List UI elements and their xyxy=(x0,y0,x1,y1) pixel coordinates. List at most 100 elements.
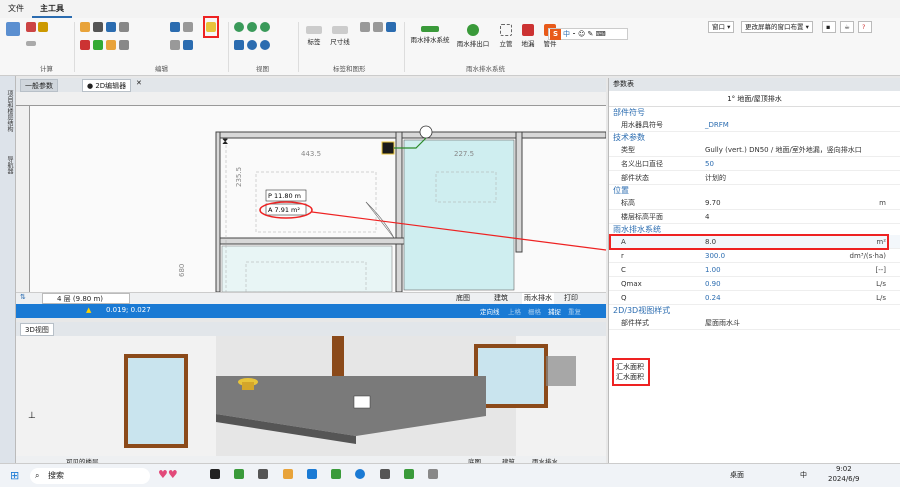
2d-editor-canvas[interactable]: 443.5 227.5 235.5 680 P 11.80 m A 7.91 m… xyxy=(16,92,606,292)
calc-tools-icon[interactable] xyxy=(26,22,48,34)
zoom-tools[interactable] xyxy=(234,22,270,34)
ribbon: 计算 编辑 视图 标签 尺寸线 标签和图形 雨水排水系统 雨水排出口 立管 地漏… xyxy=(0,16,900,76)
row-elevation[interactable]: 标高 9.70 m xyxy=(609,196,900,210)
dim-4: 680 xyxy=(178,264,186,277)
riser-label: 立管 xyxy=(499,40,513,48)
tab-2d-editor[interactable]: ● 2D编辑器 xyxy=(82,79,132,92)
calc-icon[interactable] xyxy=(6,22,20,38)
ime-toolbar[interactable]: S 中 ⁃ ☺ ✎ ⌨ xyxy=(548,28,628,40)
close-tab-icon[interactable]: ✕ xyxy=(136,79,142,87)
rain-outlet-label: 雨水排出口 xyxy=(456,40,490,48)
row-part-style[interactable]: 部件样式 屋面雨水斗 xyxy=(609,316,900,330)
view-tab-arch[interactable]: 建筑 xyxy=(494,293,508,304)
status-snap[interactable]: 捕捉 xyxy=(548,306,561,316)
row-qmax[interactable]: Qmax 0.90 L/s xyxy=(609,277,900,291)
help-icon[interactable]: ? xyxy=(858,21,872,33)
group-edit-label: 编辑 xyxy=(155,65,168,73)
3d-view-canvas[interactable]: ⊥ xyxy=(16,336,606,456)
floor-drain-label: 地漏 xyxy=(521,40,535,48)
edit-tools-row2b[interactable] xyxy=(170,40,193,52)
status-bar: ▲ 0.019; 0.027 定向线 上格 栅格 捕捉 重复 xyxy=(16,304,606,318)
area-label-p: P 11.80 m xyxy=(268,192,301,200)
zoom-tools-2[interactable] xyxy=(234,40,270,52)
menu-file[interactable]: 文件 xyxy=(0,0,32,18)
ruler-horizontal xyxy=(16,92,606,106)
highlight-area-row xyxy=(609,234,889,250)
taskbar-apps[interactable] xyxy=(210,469,439,481)
props-element-name: 1° 地面/屋顶排水 xyxy=(609,91,900,107)
status-repeat[interactable]: 重复 xyxy=(568,306,581,316)
view-tab-rain[interactable]: 雨水排水 xyxy=(522,293,554,304)
view-tab-print[interactable]: 打印 xyxy=(564,293,578,304)
section-position[interactable]: 位置 xyxy=(609,185,900,196)
edit-tools-row1b[interactable] xyxy=(170,22,193,34)
navigator-tab[interactable]: 导航器 xyxy=(2,156,14,174)
editor-tabbar: 一般参数 ● 2D编辑器 ✕ xyxy=(16,78,606,92)
coords-readout: 0.019; 0.027 xyxy=(106,306,151,314)
section-tech[interactable]: 技术参数 xyxy=(609,132,900,143)
ruler-vertical xyxy=(16,106,30,292)
row-q[interactable]: Q 0.24 L/s xyxy=(609,291,900,305)
floor-plan-drawing: 443.5 227.5 235.5 680 P 11.80 m A 7.91 m… xyxy=(16,92,606,292)
ime-logo-icon: S xyxy=(550,29,561,40)
tab-3d-view[interactable]: 3D视图 xyxy=(20,323,54,336)
group-calc-label: 计算 xyxy=(40,65,53,73)
section-symbol[interactable]: 部件符号 xyxy=(609,107,900,118)
status-grid-up[interactable]: 上格 xyxy=(508,306,521,316)
row-symbol[interactable]: 用水器具符号 _DRFM xyxy=(609,118,900,132)
3d-model-drawing: ⊥ xyxy=(16,336,606,456)
tab-general-params[interactable]: 一般参数 xyxy=(20,79,58,92)
window-button[interactable]: 窗口 ▾ xyxy=(708,21,735,33)
row-type[interactable]: 类型 Gully (vert.) DN50 / 地面/室外地漏，竖向排水口 xyxy=(609,143,900,157)
area-label-a: A 7.91 m² xyxy=(268,206,300,214)
floor-drain-button[interactable]: 地漏 xyxy=(518,24,538,48)
ime-indicator[interactable]: 中 xyxy=(800,470,807,480)
row-floor-level[interactable]: 楼层标高平面 4 xyxy=(609,210,900,224)
highlight-note: 汇水面积 汇水面积 xyxy=(612,358,650,386)
note-line-2: 汇水面积 xyxy=(616,373,644,381)
rain-outlet-button[interactable]: 雨水排出口 xyxy=(454,24,492,48)
props-title: 参数表 xyxy=(609,78,900,91)
coffee-icon[interactable]: ☕ xyxy=(840,21,854,33)
clock-time: 9:02 xyxy=(836,465,852,473)
edit-tools-row1[interactable] xyxy=(80,22,129,34)
left-panel-strip: 项目和楼层结构 导航器 xyxy=(0,76,16,463)
row-c[interactable]: C 1.00 [--] xyxy=(609,263,900,277)
status-grid[interactable]: 栅格 xyxy=(528,306,541,316)
desktop-label[interactable]: 桌面 xyxy=(730,470,744,480)
properties-panel: 参数表 1° 地面/屋顶排水 部件符号 用水器具符号 _DRFM 技术参数 类型 G… xyxy=(608,78,900,463)
row-area[interactable]: A 8.0 m² xyxy=(609,234,900,250)
toggle-icon[interactable]: ▪ xyxy=(822,21,836,33)
warning-icon: ▲ xyxy=(86,306,92,314)
calc-list-icon[interactable] xyxy=(26,40,36,48)
dim-2: 227.5 xyxy=(454,150,474,158)
editor-viewbar: ⇅ 4 层 (9.80 m) 底图 建筑 雨水排水 打印 xyxy=(16,292,606,304)
windows-start-icon[interactable]: ⊞ xyxy=(10,469,19,482)
row-state[interactable]: 部件状态 计划的 xyxy=(609,171,900,185)
svg-text:⧗: ⧗ xyxy=(222,137,228,147)
tag-button[interactable]: 标签 xyxy=(304,26,324,46)
svg-text:⊥: ⊥ xyxy=(28,411,36,421)
menu-tools[interactable]: 主工具 xyxy=(32,0,72,18)
arrow-up-down-icon[interactable]: ⇅ xyxy=(20,293,26,301)
dimension-label: 尺寸线 xyxy=(330,38,350,46)
dimension-button[interactable]: 尺寸线 xyxy=(328,26,352,46)
3d-view-tabbar: 3D视图 xyxy=(16,322,606,336)
pencil-edit-icon[interactable] xyxy=(206,22,216,34)
row-outlet[interactable]: 名义出口直径 50 xyxy=(609,157,900,171)
hearts-icon: ♥♥ xyxy=(158,468,178,481)
floor-select[interactable]: 4 层 (9.80 m) xyxy=(42,293,130,304)
project-structure-tab[interactable]: 项目和楼层结构 xyxy=(2,90,14,132)
text-tools[interactable] xyxy=(360,22,396,34)
edit-tools-row2[interactable] xyxy=(80,40,129,52)
riser-button[interactable]: 立管 xyxy=(496,24,516,48)
row-r[interactable]: r 300.0 dm³/(s·ha) xyxy=(609,249,900,263)
change-layout-button[interactable]: 更改屏幕的窗口布置 ▾ xyxy=(741,21,813,33)
section-view-style[interactable]: 2D/3D视图样式 xyxy=(609,305,900,316)
taskbar-search[interactable]: ⌕ 搜索 xyxy=(30,468,150,484)
status-orient[interactable]: 定向线 xyxy=(480,306,500,316)
view-tab-base[interactable]: 底图 xyxy=(456,293,470,304)
clock-date: 2024/6/9 xyxy=(828,475,860,483)
rain-system-button[interactable]: 雨水排水系统 xyxy=(408,26,452,44)
search-icon: ⌕ xyxy=(35,471,40,480)
